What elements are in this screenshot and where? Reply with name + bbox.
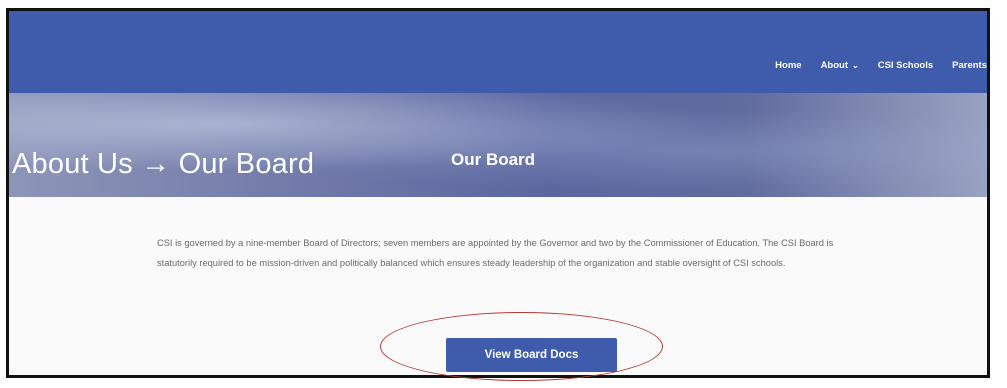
nav-csi-schools[interactable]: CSI Schools — [878, 60, 933, 71]
nav-home[interactable]: Home — [775, 60, 801, 71]
nav-about[interactable]: About ⌄ — [821, 60, 859, 71]
hero-banner — [9, 93, 987, 197]
nav-parents-label: Parents — [952, 60, 987, 71]
annotation-caption: About Us → Our Board — [12, 148, 315, 180]
chevron-down-icon: ⌄ — [852, 61, 859, 70]
main-nav: Home About ⌄ CSI Schools Parents — [756, 60, 987, 71]
view-board-docs-label: View Board Docs — [484, 349, 579, 361]
nav-csi-schools-label: CSI Schools — [877, 60, 934, 71]
board-description-text: CSI is governed by a nine-member Board o… — [157, 238, 834, 268]
nav-home-label: Home — [775, 60, 802, 71]
screenshot-frame: Home About ⌄ CSI Schools Parents CSI is g… — [6, 8, 990, 378]
page-title: Our Board — [451, 150, 536, 169]
nav-parents[interactable]: Parents — [952, 60, 987, 71]
view-board-docs-button[interactable]: View Board Docs — [446, 338, 617, 372]
nav-about-label: About — [820, 60, 848, 71]
board-description: CSI is governed by a nine-member Board o… — [157, 234, 847, 273]
site-header: Home About ⌄ CSI Schools Parents — [9, 11, 987, 93]
